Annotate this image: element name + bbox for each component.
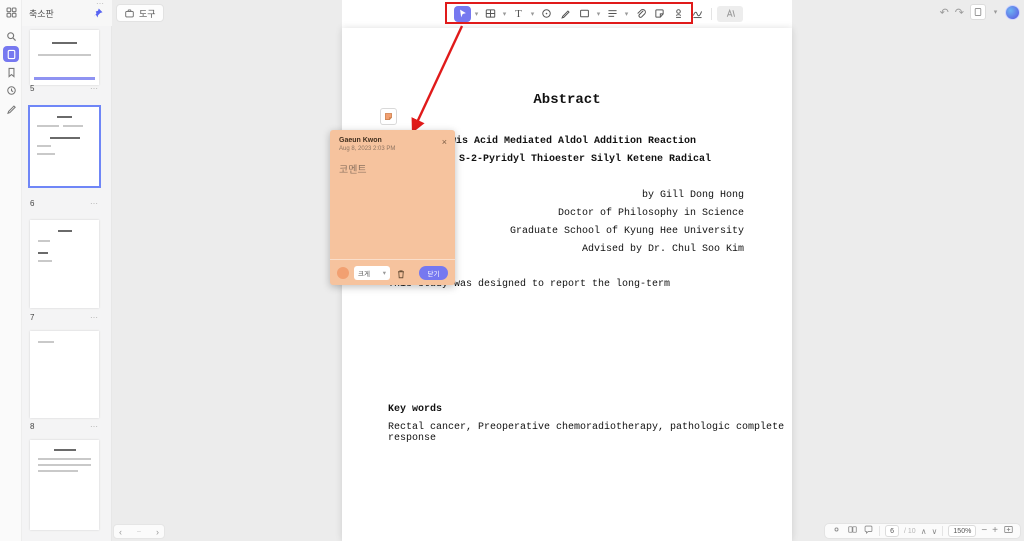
fit-screen-icon[interactable] xyxy=(1003,522,1014,540)
annotation-toolbar: ▾ ▾ T ▾ ▾ ▾ xyxy=(450,4,747,23)
redo-icon[interactable]: ↷ xyxy=(955,6,964,19)
thumbnail-page-7[interactable] xyxy=(30,220,99,308)
spread-view-icon[interactable] xyxy=(847,522,858,540)
prev-page-icon[interactable]: ‹ xyxy=(119,527,122,537)
sticker-tool-icon[interactable] xyxy=(651,6,668,22)
thumbnail-label: 6 ⋯ xyxy=(30,199,99,208)
total-pages-label: / 10 xyxy=(904,527,916,535)
chevron-down-icon[interactable]: ▾ xyxy=(623,10,630,18)
thumbnails-panel-icon[interactable] xyxy=(3,46,19,62)
keywords-line: Rectal cancer, Preoperative chemoradioth… xyxy=(388,422,785,444)
chevron-down-icon: ▾ xyxy=(382,269,386,277)
page-view-icon[interactable] xyxy=(970,4,986,20)
zoom-out-button[interactable]: − xyxy=(981,526,987,536)
document-school-line: Graduate School of Kyung Hee University xyxy=(509,226,744,237)
comment-marker[interactable] xyxy=(380,108,397,125)
submit-comment-button[interactable]: 닫기 xyxy=(419,265,448,280)
thumbnail-label: 7 ⋯ xyxy=(30,313,99,322)
thumbnail-menu-icon[interactable]: ⋯ xyxy=(90,84,99,93)
thumbnail-page-9[interactable] xyxy=(30,440,99,530)
thumbnail-menu-icon[interactable]: ⋯ xyxy=(90,199,99,208)
thumbnail-page-5[interactable] xyxy=(30,30,99,85)
search-icon[interactable] xyxy=(3,28,19,44)
comment-popup-footer: 크게 ▾ 닫기 xyxy=(330,259,455,285)
color-swatch[interactable] xyxy=(337,266,349,279)
divider xyxy=(942,526,944,536)
thumbnail-page-6[interactable] xyxy=(28,105,101,188)
panel-resize-handle[interactable]: ⋯ xyxy=(96,0,105,8)
page-up-icon[interactable]: ∧ xyxy=(921,527,927,536)
table-tool-icon[interactable] xyxy=(482,6,499,22)
page-navigation: ‹ – › xyxy=(113,524,165,539)
document-advisor-line: Advised by Dr. Chul Soo Kim xyxy=(581,244,744,255)
comment-popup: Gaeun Kwon Aug 8, 2023 2:03 PM × 코멘트 크게 … xyxy=(330,130,455,285)
edit-text-icon[interactable] xyxy=(717,5,743,22)
note-icon xyxy=(385,113,392,120)
pointer-mode-icon[interactable] xyxy=(831,522,842,540)
apps-grid-icon[interactable] xyxy=(3,4,19,20)
text-tool-icon[interactable]: T xyxy=(510,6,527,22)
thumbnail-label: 8 ⋯ xyxy=(30,422,99,431)
chevron-down-icon[interactable]: ▾ xyxy=(473,10,480,18)
thumbnail-panel: 5 ⋯ 6 ⋯ 7 ⋯ 8 ⋯ xyxy=(22,0,112,541)
pen-icon[interactable] xyxy=(3,100,19,116)
next-page-icon[interactable]: › xyxy=(156,527,159,537)
page-down-icon[interactable]: ∨ xyxy=(932,527,938,536)
pen-tool-icon[interactable] xyxy=(557,6,574,22)
view-controls-bar: 6 / 10 ∧ ∨ 150% − + xyxy=(824,523,1021,539)
pager-divider: – xyxy=(137,528,141,535)
tools-button-label: 도구 xyxy=(139,8,156,19)
zoom-in-button[interactable]: + xyxy=(992,526,998,536)
link-tool-icon[interactable] xyxy=(538,6,555,22)
current-page-input[interactable]: 6 xyxy=(885,525,899,537)
panel-title: 축소판 xyxy=(29,8,54,19)
top-right-controls: ↶ ↷ ▾ xyxy=(940,4,1020,20)
document-degree-line: Doctor of Philosophy in Science xyxy=(557,208,744,219)
comments-icon[interactable] xyxy=(863,522,874,540)
chevron-down-icon[interactable]: ▾ xyxy=(501,10,508,18)
trash-icon[interactable] xyxy=(395,267,407,279)
thumbnail-label: 5 ⋯ xyxy=(30,84,99,93)
undo-icon[interactable]: ↶ xyxy=(940,6,949,19)
thumbnail-page-8[interactable] xyxy=(30,331,99,418)
document-author-line: by Gill Dong Hong xyxy=(641,190,744,201)
chevron-down-icon[interactable]: ▾ xyxy=(992,8,999,16)
document-title: Abstract xyxy=(533,92,601,108)
lines-tool-icon[interactable] xyxy=(604,6,621,22)
thumbnail-panel-header: 축소판 ⋯ xyxy=(22,0,112,26)
chevron-down-icon[interactable]: ▾ xyxy=(595,10,602,18)
user-avatar[interactable] xyxy=(1005,4,1020,20)
comment-text[interactable]: 코멘트 xyxy=(339,161,367,176)
size-dropdown[interactable]: 크게 ▾ xyxy=(354,265,390,280)
pdf-app-window: 축소판 ⋯ 5 ⋯ 6 ⋯ 7 ⋯ 8 ⋯ 도구 ▾ ▾ T ▾ ▾ ▾ ↶ ↷… xyxy=(0,0,1024,541)
zoom-level[interactable]: 150% xyxy=(948,525,977,537)
close-icon[interactable]: × xyxy=(442,138,447,147)
comment-date: Aug 8, 2023 2:03 PM xyxy=(339,146,396,152)
keywords-title: Key words xyxy=(388,404,443,415)
toolbar-separator xyxy=(711,7,712,20)
signature-tool-icon[interactable] xyxy=(689,6,706,22)
comment-author: Gaeun Kwon xyxy=(339,137,382,144)
toolbox-icon xyxy=(125,8,134,17)
chevron-down-icon[interactable]: ▾ xyxy=(529,10,536,18)
attachment-tool-icon[interactable] xyxy=(632,6,649,22)
shape-tool-icon[interactable] xyxy=(576,6,593,22)
thumbnail-menu-icon[interactable]: ⋯ xyxy=(90,313,99,322)
stamp-tool-icon[interactable] xyxy=(670,6,687,22)
divider xyxy=(879,526,881,536)
select-tool-icon[interactable] xyxy=(454,5,471,22)
left-icon-rail xyxy=(0,0,22,541)
bookmark-icon[interactable] xyxy=(3,64,19,80)
thumbnail-menu-icon[interactable]: ⋯ xyxy=(90,422,99,431)
history-icon[interactable] xyxy=(3,82,19,98)
tools-button[interactable]: 도구 xyxy=(116,4,164,22)
